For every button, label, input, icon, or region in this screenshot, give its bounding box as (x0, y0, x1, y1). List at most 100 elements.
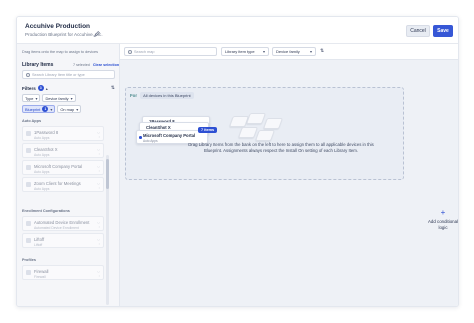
chevron-down-icon: ▾ (70, 95, 73, 101)
liftoff-icon (26, 238, 31, 243)
filter-chips-row-1: Type ▾ Device family ▾ (22, 94, 76, 102)
drag-handle-icon[interactable]: ◡ (97, 147, 100, 151)
drag-hint: Drag items onto the map to assign to dev… (22, 50, 98, 54)
section-label-auto-apps: Auto Apps (22, 119, 42, 123)
device-icon: ▫ (98, 274, 100, 278)
item-name: 1Password 8 (34, 130, 59, 135)
selected-count: 7 selected (73, 63, 90, 67)
add-conditional-logic-label: Add conditional logic (427, 219, 459, 230)
section-label-enrollment: Enrollment Configurations (22, 209, 70, 213)
sort-icon[interactable]: ⇅ (111, 85, 115, 91)
chevron-up-icon[interactable]: ▴ (46, 86, 48, 91)
keycap-tile (262, 118, 284, 129)
selection-meta: 7 selected Clear selection (73, 63, 119, 67)
item-name: Firewall (34, 269, 49, 274)
map-toolbar: Library item type ▾ Device family ▾ ⇅ (120, 44, 458, 60)
device-icon: ▫ (98, 242, 100, 246)
search-icon (26, 72, 30, 77)
filters-count-badge: 3 (37, 85, 44, 91)
item-type: Firewall (34, 275, 46, 279)
enrollment-icon (26, 221, 31, 226)
header: Accuhive Production Production Blueprint… (17, 17, 458, 44)
dropdown-label: Library item type (225, 49, 255, 54)
map-search-input[interactable] (134, 49, 214, 54)
item-name: Automated Device Enrollment (34, 220, 90, 225)
item-type: Auto Apps (34, 170, 50, 174)
item-name: CleanShot X (34, 147, 58, 152)
keycap-tile (254, 130, 276, 141)
item-type: Automated Device Enrollment (34, 226, 79, 230)
drag-handle-icon[interactable]: ◡ (97, 269, 100, 273)
filter-chip-label: Device family (45, 95, 69, 101)
item-type: Liftoff (34, 243, 43, 247)
drag-handle-icon[interactable]: ◡ (97, 164, 100, 168)
sort-icon[interactable]: ⇅ (320, 48, 324, 54)
items-count-badge: 7 items (198, 127, 218, 133)
filter-chip-type[interactable]: Type ▾ (22, 94, 41, 102)
device-icon: ▫ (98, 135, 100, 139)
clear-selection-link[interactable]: Clear selection (93, 63, 119, 67)
filter-chip-on-map[interactable]: On map ▾ (57, 105, 82, 113)
filter-chip-badge: 1 (42, 106, 49, 112)
filters-row: Filters 3 ▴ ⇅ (22, 85, 115, 91)
blueprint-editor-window: Accuhive Production Production Blueprint… (16, 16, 459, 307)
item-name: Zoom Client for Meetings (34, 181, 81, 186)
drag-handle-icon[interactable]: ◡ (97, 181, 100, 185)
item-type: Auto Apps (34, 136, 50, 140)
for-row: For All devices in this Blueprint (130, 92, 194, 99)
drop-zone-instructions: Drag Library Items from the bank on the … (188, 142, 374, 153)
device-icon: ▫ (98, 225, 100, 229)
sidebar-scrollbar[interactable] (106, 155, 109, 305)
device-family-dropdown[interactable]: Device family ▾ (272, 47, 316, 56)
library-search-input[interactable] (32, 72, 112, 77)
stack-card-type: Auto Apps (143, 139, 158, 143)
filters-label: Filters (22, 85, 36, 91)
list-item[interactable]: Liftoff Liftoff ◡ ▫ (22, 233, 104, 248)
blueprint-title: Accuhive Production (25, 23, 91, 30)
library-title: Library Items (22, 62, 54, 68)
for-label: For (130, 93, 138, 98)
plus-icon: + (440, 208, 446, 217)
blueprint-subtitle: Production Blueprint for Accuhive, Inc. (25, 32, 103, 37)
list-item[interactable]: Zoom Client for Meetings Auto Apps ◡ ▫ (22, 177, 104, 192)
scrollbar-thumb[interactable] (106, 159, 109, 189)
list-item[interactable]: Microsoft Company Portal Auto Apps ◡ ▫ (22, 160, 104, 175)
map-canvas: Library item type ▾ Device family ▾ ⇅ Fo… (120, 44, 459, 306)
drag-handle-icon[interactable]: ◡ (97, 220, 100, 224)
filter-chip-device-family[interactable]: Device family ▾ (42, 94, 76, 102)
filter-chips-row-2: Blueprint 1 ▾ On map ▾ (22, 105, 82, 113)
assignment-drop-zone[interactable]: For All devices in this Blueprint 1Passw… (125, 87, 404, 180)
for-device-scope[interactable]: All devices in this Blueprint (140, 92, 194, 99)
filter-chip-blueprint[interactable]: Blueprint 1 ▾ (22, 105, 56, 113)
cancel-button[interactable]: Cancel (406, 25, 430, 37)
add-conditional-logic-button[interactable]: + Add conditional logic (425, 208, 459, 230)
dropdown-label: Device family (276, 49, 300, 54)
device-icon: ▫ (98, 186, 100, 190)
pencil-icon[interactable] (94, 24, 100, 37)
library-item-type-dropdown[interactable]: Library item type ▾ (221, 47, 269, 56)
section-label-profiles: Profiles (22, 258, 36, 262)
item-name: Microsoft Company Portal (34, 164, 83, 169)
library-sidebar: Drag items onto the map to assign to dev… (17, 44, 120, 306)
chevron-down-icon: ▾ (35, 95, 38, 101)
library-search[interactable] (22, 70, 115, 79)
list-item[interactable]: CleanShot X Auto Apps ◡ ▫ (22, 143, 104, 158)
map-search[interactable] (124, 47, 217, 56)
save-button[interactable]: Save (433, 25, 453, 37)
device-icon: ▫ (98, 169, 100, 173)
keycap-tile (245, 113, 267, 124)
list-item[interactable]: 1Password 8 Auto Apps ◡ ▫ (22, 126, 104, 141)
search-icon (128, 49, 132, 54)
keycap-tile (237, 127, 259, 138)
item-type: Auto Apps (34, 153, 50, 157)
filter-chip-label: On map (60, 106, 75, 112)
app-icon (26, 148, 31, 153)
item-type: Auto Apps (34, 187, 50, 191)
firewall-icon (26, 270, 31, 275)
list-item[interactable]: Automated Device Enrollment Automated De… (22, 216, 104, 231)
drag-handle-icon[interactable]: ◡ (97, 130, 100, 134)
list-item[interactable]: Firewall Firewall ◡ ▫ (22, 265, 104, 280)
drag-handle-icon[interactable]: ◡ (97, 237, 100, 241)
chevron-down-icon: ▾ (50, 106, 53, 112)
device-icon: ▫ (98, 152, 100, 156)
